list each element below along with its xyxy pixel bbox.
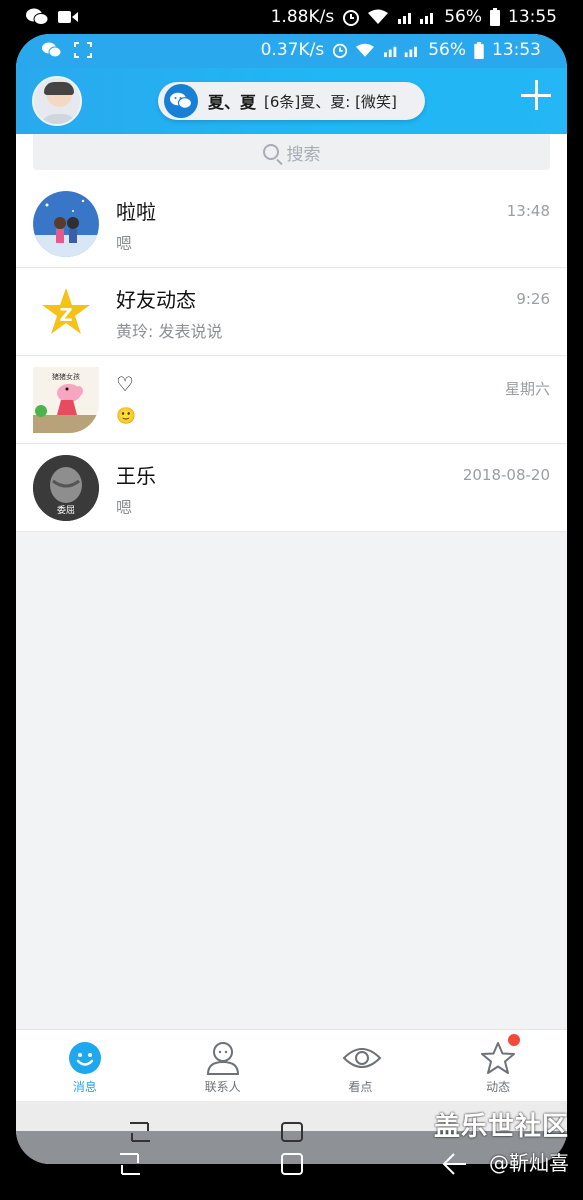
conversation-title: ♡ [116, 372, 134, 396]
screenshot-icon [74, 42, 92, 58]
tab-messages[interactable]: 消息 [16, 1030, 154, 1101]
wechat-notification-pill[interactable]: 夏、夏 [6条]夏、夏: [微笑] [158, 82, 425, 120]
conversation-list: 啦啦 嗯 13:48 Z 好友动态 黄玲: 发表说说 9:26 猪猪女孩 ♡ 🙂… [16, 180, 567, 532]
person-icon [205, 1040, 241, 1076]
wechat-icon [42, 42, 62, 58]
tab-label: 看点 [348, 1080, 373, 1094]
conversation-row[interactable]: 委屈 王乐 嗯 2018-08-20 [16, 444, 567, 532]
watermark-title: 盖乐世社区 [433, 1112, 569, 1142]
wechat-bubble-icon [164, 84, 198, 118]
star-icon [480, 1034, 521, 1076]
watermark: 盖乐世社区 @靳灿喜 [434, 1106, 569, 1176]
contact-avatar: 猪猪女孩 [33, 367, 99, 433]
smile-bubble-icon [67, 1040, 103, 1076]
avatar-shirt [38, 114, 80, 124]
contact-avatar [33, 191, 99, 257]
conversation-title: 啦啦 [116, 200, 156, 224]
tab-label: 消息 [72, 1080, 97, 1094]
conversation-row[interactable]: 猪猪女孩 ♡ 🙂 星期六 [16, 356, 567, 444]
battery-percent: 56% [428, 40, 466, 60]
avatar-caption: 猪猪女孩 [52, 372, 80, 381]
wechat-icon [26, 8, 48, 25]
inner-status-bar: 0.37K/s 56% 13:53 [16, 34, 567, 68]
signal-icon [398, 13, 434, 24]
network-speed: 0.37K/s [260, 40, 325, 60]
alarm-icon [343, 10, 360, 26]
conversation-title: 王乐 [116, 464, 156, 488]
battery-percent: 56% [444, 7, 482, 27]
my-avatar[interactable] [32, 76, 82, 126]
avatar-hair [44, 82, 74, 95]
qq-app-screen: 0.37K/s 56% 13:53 夏、夏 [6条]夏、夏: [微笑] 搜索 啦… [16, 34, 567, 1164]
conversation-title: 好友动态 [116, 288, 196, 312]
wifi-icon [368, 9, 389, 24]
watermark-author: @靳灿喜 [489, 1151, 569, 1175]
avatar-caption: 委屈 [57, 504, 75, 516]
eye-icon [342, 1040, 382, 1076]
tab-feeds[interactable]: 动态 [429, 1030, 567, 1101]
conversation-preview: 🙂 [116, 406, 136, 425]
add-button[interactable] [519, 78, 553, 112]
outer-status-bar: 1.88K/s 56% 13:55 [0, 0, 583, 36]
conversation-preview: 嗯 [116, 498, 133, 517]
conversation-time: 2018-08-20 [462, 466, 550, 484]
notify-message: [6条]夏、夏: [微笑] [264, 92, 397, 111]
conversation-preview: 嗯 [116, 234, 133, 253]
tab-label: 动态 [486, 1080, 511, 1094]
notify-sender: 夏、夏 [208, 93, 257, 112]
conversation-time: 13:48 [506, 202, 550, 220]
recent-apps-icon[interactable] [118, 1152, 142, 1176]
tab-contacts[interactable]: 联系人 [154, 1030, 292, 1101]
tab-label: 联系人 [204, 1080, 241, 1094]
video-camera-icon [58, 11, 78, 23]
clock: 13:53 [492, 40, 541, 60]
clock: 13:55 [508, 7, 557, 27]
friend-feed-star-icon: Z [33, 279, 99, 345]
conversation-time: 星期六 [504, 380, 550, 398]
battery-icon [474, 41, 484, 59]
conversation-row[interactable]: Z 好友动态 黄玲: 发表说说 9:26 [16, 268, 567, 356]
search-area: 搜索 [16, 134, 567, 180]
search-icon [262, 144, 279, 160]
wifi-icon [356, 43, 375, 57]
svg-text:Z: Z [59, 305, 72, 326]
signal-icon [384, 46, 418, 57]
notification-dot [508, 1034, 521, 1046]
search-input[interactable]: 搜索 [33, 134, 550, 170]
tab-discover[interactable]: 看点 [292, 1030, 430, 1101]
home-icon[interactable] [280, 1152, 304, 1176]
search-placeholder: 搜索 [286, 144, 321, 165]
contact-avatar: 委屈 [33, 455, 99, 521]
conversation-time: 9:26 [516, 290, 550, 308]
battery-icon [490, 8, 500, 26]
network-speed: 1.88K/s [270, 7, 335, 27]
alarm-icon [333, 43, 348, 58]
conversation-row[interactable]: 啦啦 嗯 13:48 [16, 180, 567, 268]
conversation-preview: 黄玲: 发表说说 [116, 322, 223, 341]
bottom-tab-bar: 消息 联系人 看点 动态 [16, 1029, 567, 1101]
